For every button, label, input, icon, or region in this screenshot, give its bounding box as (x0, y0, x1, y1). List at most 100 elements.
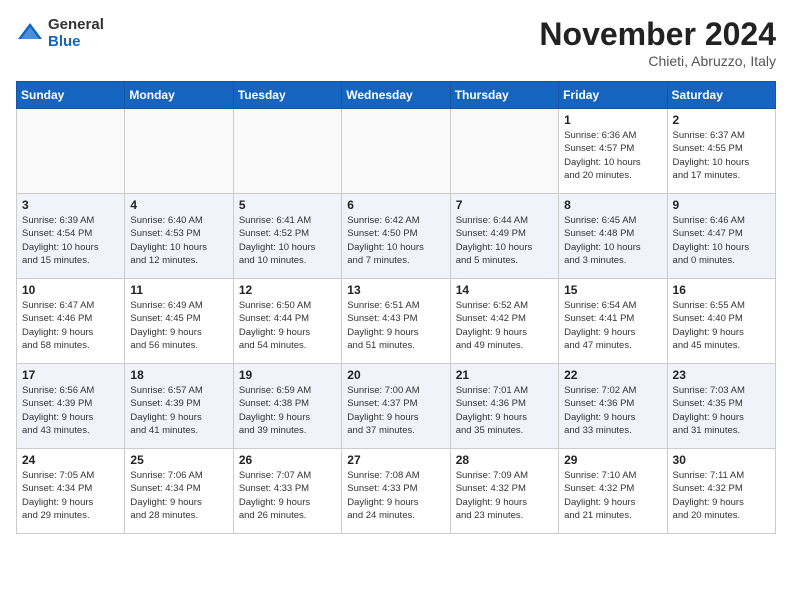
weekday-header: Thursday (450, 82, 558, 109)
day-info: Sunrise: 6:51 AM Sunset: 4:43 PM Dayligh… (347, 299, 444, 352)
page-header: General Blue November 2024 Chieti, Abruz… (16, 16, 776, 69)
day-info: Sunrise: 7:08 AM Sunset: 4:33 PM Dayligh… (347, 469, 444, 522)
day-info: Sunrise: 6:49 AM Sunset: 4:45 PM Dayligh… (130, 299, 227, 352)
day-number: 18 (130, 368, 227, 382)
day-number: 14 (456, 283, 553, 297)
day-info: Sunrise: 7:01 AM Sunset: 4:36 PM Dayligh… (456, 384, 553, 437)
calendar-day-cell: 4Sunrise: 6:40 AM Sunset: 4:53 PM Daylig… (125, 194, 233, 279)
calendar-day-cell: 19 Sunrise: 6:59 AM Sunset: 4:38 PM Dayli… (233, 364, 341, 449)
day-info: Sunrise: 6:56 AM Sunset: 4:39 PM Dayligh… (22, 384, 119, 437)
day-info: Sunrise: 7:11 AM Sunset: 4:32 PM Dayligh… (673, 469, 770, 522)
day-info: Sunrise: 6:39 AM Sunset: 4:54 PM Dayligh… (22, 214, 119, 267)
calendar-day-cell: 30 Sunrise: 7:11 AM Sunset: 4:32 PM Dayli… (667, 449, 775, 534)
day-info: Sunrise: 7:07 AM Sunset: 4:33 PM Dayligh… (239, 469, 336, 522)
logo-icon (16, 19, 44, 47)
day-number: 20 (347, 368, 444, 382)
month-title: November 2024 (539, 16, 776, 53)
logo-text: General Blue (48, 16, 104, 50)
calendar-table: SundayMondayTuesdayWednesdayThursdayFrid… (16, 81, 776, 534)
day-number: 12 (239, 283, 336, 297)
day-info: Sunrise: 6:46 AM Sunset: 4:47 PM Dayligh… (673, 214, 770, 267)
day-number: 30 (673, 453, 770, 467)
day-number: 23 (673, 368, 770, 382)
day-info: Sunrise: 6:50 AM Sunset: 4:44 PM Dayligh… (239, 299, 336, 352)
calendar-day-cell: 17 Sunrise: 6:56 AM Sunset: 4:39 PM Dayli… (17, 364, 125, 449)
day-number: 16 (673, 283, 770, 297)
calendar-day-cell: 20 Sunrise: 7:00 AM Sunset: 4:37 PM Dayli… (342, 364, 450, 449)
calendar-day-cell: 26 Sunrise: 7:07 AM Sunset: 4:33 PM Dayli… (233, 449, 341, 534)
day-info: Sunrise: 7:03 AM Sunset: 4:35 PM Dayligh… (673, 384, 770, 437)
calendar-week-row: 3 Sunrise: 6:39 AM Sunset: 4:54 PM Daylig… (17, 194, 776, 279)
day-info: Sunrise: 6:55 AM Sunset: 4:40 PM Dayligh… (673, 299, 770, 352)
calendar-day-cell: 24 Sunrise: 7:05 AM Sunset: 4:34 PM Dayli… (17, 449, 125, 534)
calendar-day-cell: 14 Sunrise: 6:52 AM Sunset: 4:42 PM Dayli… (450, 279, 558, 364)
calendar-day-cell: 23 Sunrise: 7:03 AM Sunset: 4:35 PM Dayli… (667, 364, 775, 449)
day-info: Sunrise: 7:10 AM Sunset: 4:32 PM Dayligh… (564, 469, 661, 522)
day-info: Sunrise: 6:47 AM Sunset: 4:46 PM Dayligh… (22, 299, 119, 352)
calendar-day-cell: 28 Sunrise: 7:09 AM Sunset: 4:32 PM Dayli… (450, 449, 558, 534)
day-number: 7 (456, 198, 553, 212)
location: Chieti, Abruzzo, Italy (539, 53, 776, 69)
calendar-day-cell: 22 Sunrise: 7:02 AM Sunset: 4:36 PM Dayli… (559, 364, 667, 449)
day-number: 21 (456, 368, 553, 382)
day-info: Sunrise: 7:06 AM Sunset: 4:34 PM Dayligh… (130, 469, 227, 522)
calendar-week-row: 1Sunrise: 6:36 AM Sunset: 4:57 PM Daylig… (17, 109, 776, 194)
calendar-day-cell: 8 Sunrise: 6:45 AM Sunset: 4:48 PM Daylig… (559, 194, 667, 279)
day-number: 11 (130, 283, 227, 297)
weekday-header: Saturday (667, 82, 775, 109)
day-number: 26 (239, 453, 336, 467)
day-info: Sunrise: 6:59 AM Sunset: 4:38 PM Dayligh… (239, 384, 336, 437)
day-info: Sunrise: 6:41 AM Sunset: 4:52 PM Dayligh… (239, 214, 336, 267)
day-number: 6 (347, 198, 444, 212)
day-info: Sunrise: 7:05 AM Sunset: 4:34 PM Dayligh… (22, 469, 119, 522)
day-info: Sunrise: 7:09 AM Sunset: 4:32 PM Dayligh… (456, 469, 553, 522)
calendar-day-cell: 7 Sunrise: 6:44 AM Sunset: 4:49 PM Daylig… (450, 194, 558, 279)
calendar-header-row: SundayMondayTuesdayWednesdayThursdayFrid… (17, 82, 776, 109)
day-info: Sunrise: 7:00 AM Sunset: 4:37 PM Dayligh… (347, 384, 444, 437)
day-info: Sunrise: 6:52 AM Sunset: 4:42 PM Dayligh… (456, 299, 553, 352)
calendar-day-cell: 25 Sunrise: 7:06 AM Sunset: 4:34 PM Dayli… (125, 449, 233, 534)
day-number: 8 (564, 198, 661, 212)
day-info: Sunrise: 6:37 AM Sunset: 4:55 PM Dayligh… (673, 129, 770, 182)
day-number: 19 (239, 368, 336, 382)
calendar-day-cell: 2 Sunrise: 6:37 AM Sunset: 4:55 PM Daylig… (667, 109, 775, 194)
calendar-day-cell: 6Sunrise: 6:42 AM Sunset: 4:50 PM Daylig… (342, 194, 450, 279)
day-number: 17 (22, 368, 119, 382)
weekday-header: Sunday (17, 82, 125, 109)
day-info: Sunrise: 6:44 AM Sunset: 4:49 PM Dayligh… (456, 214, 553, 267)
calendar-day-cell (450, 109, 558, 194)
calendar-week-row: 24 Sunrise: 7:05 AM Sunset: 4:34 PM Dayli… (17, 449, 776, 534)
calendar-day-cell: 12 Sunrise: 6:50 AM Sunset: 4:44 PM Dayli… (233, 279, 341, 364)
logo-blue: Blue (48, 33, 104, 50)
day-info: Sunrise: 6:45 AM Sunset: 4:48 PM Dayligh… (564, 214, 661, 267)
calendar-day-cell: 18 Sunrise: 6:57 AM Sunset: 4:39 PM Dayli… (125, 364, 233, 449)
weekday-header: Friday (559, 82, 667, 109)
calendar-day-cell: 3 Sunrise: 6:39 AM Sunset: 4:54 PM Daylig… (17, 194, 125, 279)
calendar-week-row: 10Sunrise: 6:47 AM Sunset: 4:46 PM Dayli… (17, 279, 776, 364)
calendar-day-cell: 1Sunrise: 6:36 AM Sunset: 4:57 PM Daylig… (559, 109, 667, 194)
day-number: 28 (456, 453, 553, 467)
day-number: 2 (673, 113, 770, 127)
calendar-day-cell: 10Sunrise: 6:47 AM Sunset: 4:46 PM Dayli… (17, 279, 125, 364)
calendar-day-cell: 29Sunrise: 7:10 AM Sunset: 4:32 PM Dayli… (559, 449, 667, 534)
day-info: Sunrise: 7:02 AM Sunset: 4:36 PM Dayligh… (564, 384, 661, 437)
day-number: 24 (22, 453, 119, 467)
calendar-day-cell: 11 Sunrise: 6:49 AM Sunset: 4:45 PM Dayli… (125, 279, 233, 364)
weekday-header: Monday (125, 82, 233, 109)
day-number: 4 (130, 198, 227, 212)
title-block: November 2024 Chieti, Abruzzo, Italy (539, 16, 776, 69)
weekday-header: Tuesday (233, 82, 341, 109)
calendar-day-cell: 16 Sunrise: 6:55 AM Sunset: 4:40 PM Dayli… (667, 279, 775, 364)
day-number: 13 (347, 283, 444, 297)
calendar-day-cell: 21 Sunrise: 7:01 AM Sunset: 4:36 PM Dayli… (450, 364, 558, 449)
weekday-header: Wednesday (342, 82, 450, 109)
day-info: Sunrise: 6:57 AM Sunset: 4:39 PM Dayligh… (130, 384, 227, 437)
calendar-day-cell: 5Sunrise: 6:41 AM Sunset: 4:52 PM Daylig… (233, 194, 341, 279)
day-number: 22 (564, 368, 661, 382)
day-number: 25 (130, 453, 227, 467)
calendar-day-cell (233, 109, 341, 194)
day-info: Sunrise: 6:54 AM Sunset: 4:41 PM Dayligh… (564, 299, 661, 352)
calendar-day-cell (17, 109, 125, 194)
day-number: 3 (22, 198, 119, 212)
day-number: 1 (564, 113, 661, 127)
